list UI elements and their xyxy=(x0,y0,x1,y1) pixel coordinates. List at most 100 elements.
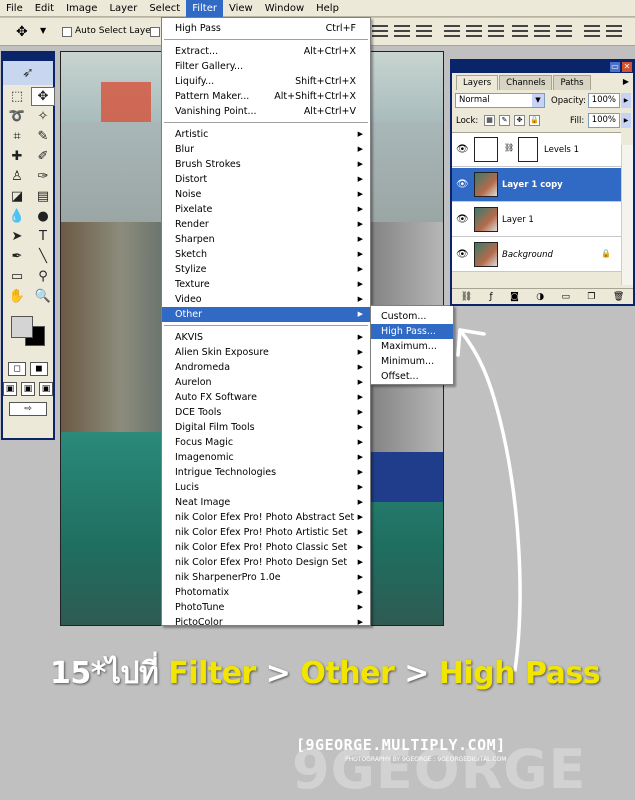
opacity-slider-icon[interactable]: ▶ xyxy=(621,93,631,108)
distribute-right-icon[interactable] xyxy=(606,24,622,38)
visibility-eye-icon[interactable]: 👁 xyxy=(456,249,469,260)
chevron-down-icon[interactable]: ▼ xyxy=(532,94,544,107)
fill-slider-icon[interactable]: ▶ xyxy=(621,113,631,128)
distribute-vcenter-icon[interactable] xyxy=(534,24,550,38)
menu-file[interactable]: File xyxy=(0,0,29,17)
menu-edit[interactable]: Edit xyxy=(29,0,60,17)
slice-tool-icon[interactable]: ✎ xyxy=(31,127,55,146)
filter-plugin-photomatix[interactable]: Photomatix ▶ xyxy=(162,585,370,600)
blend-mode-select[interactable]: Normal ▼ xyxy=(455,93,545,108)
visibility-eye-icon[interactable]: 👁 xyxy=(456,144,469,155)
lock-pixels-icon[interactable]: ✎ xyxy=(499,115,510,126)
filter-plugin-lucis[interactable]: Lucis ▶ xyxy=(162,480,370,495)
filter-plugin-nik-abstract[interactable]: nik Color Efex Pro! Photo Abstract Set ▶ xyxy=(162,510,370,525)
eraser-tool-icon[interactable]: ◪ xyxy=(5,187,29,206)
filter-plugin-imagenomic[interactable]: Imagenomic ▶ xyxy=(162,450,370,465)
lock-position-icon[interactable]: ✥ xyxy=(514,115,525,126)
filter-plugin-aurelon[interactable]: Aurelon ▶ xyxy=(162,375,370,390)
crop-tool-icon[interactable]: ⌗ xyxy=(5,127,29,146)
filter-liquify[interactable]: Liquify... Shift+Ctrl+X xyxy=(162,74,370,89)
new-layer-icon[interactable]: ❐ xyxy=(587,292,595,302)
align-hcenter-icon[interactable] xyxy=(466,24,482,38)
pen-tool-icon[interactable]: ✒ xyxy=(5,247,29,266)
menu-window[interactable]: Window xyxy=(259,0,310,17)
healing-brush-tool-icon[interactable]: ✚ xyxy=(5,147,29,166)
filter-sketch[interactable]: Sketch ▶ xyxy=(162,247,370,262)
zoom-tool-icon[interactable]: 🔍 xyxy=(31,287,55,306)
magic-wand-tool-icon[interactable]: ✧ xyxy=(31,107,55,126)
menu-image[interactable]: Image xyxy=(60,0,103,17)
filter-video[interactable]: Video ▶ xyxy=(162,292,370,307)
filter-plugin-pictocolor[interactable]: PictoColor ▶ xyxy=(162,615,370,625)
panel-menu-icon[interactable]: ▶ xyxy=(623,77,629,86)
filter-plugin-intrigue[interactable]: Intrigue Technologies ▶ xyxy=(162,465,370,480)
filter-vanishing-point[interactable]: Vanishing Point... Alt+Ctrl+V xyxy=(162,104,370,119)
foreground-color-swatch[interactable] xyxy=(11,316,33,338)
clone-stamp-tool-icon[interactable]: ♙ xyxy=(5,167,29,186)
move-tool-icon[interactable]: ✥ xyxy=(16,24,28,40)
filter-noise[interactable]: Noise ▶ xyxy=(162,187,370,202)
screen-mode-standard-icon[interactable]: ▣ xyxy=(3,382,17,396)
opacity-input[interactable]: 100% xyxy=(588,93,620,108)
align-vcenter-icon[interactable] xyxy=(394,24,410,38)
align-left-icon[interactable] xyxy=(444,24,460,38)
filter-texture[interactable]: Texture ▶ xyxy=(162,277,370,292)
menu-filter[interactable]: Filter xyxy=(186,0,223,17)
filter-pixelate[interactable]: Pixelate ▶ xyxy=(162,202,370,217)
new-group-icon[interactable]: ▭ xyxy=(561,292,570,302)
filter-artistic[interactable]: Artistic ▶ xyxy=(162,127,370,142)
move-tool-icon[interactable]: ✥ xyxy=(31,87,55,106)
path-selection-tool-icon[interactable]: ➤ xyxy=(5,227,29,246)
filter-pattern-maker[interactable]: Pattern Maker... Alt+Shift+Ctrl+X xyxy=(162,89,370,104)
show-bounding-box-checkbox[interactable] xyxy=(150,27,160,37)
jump-to-imageready-icon[interactable]: ⇨ xyxy=(9,402,47,416)
standard-mode-icon[interactable]: ◻ xyxy=(8,362,26,376)
menu-select[interactable]: Select xyxy=(143,0,186,17)
fill-input[interactable]: 100% xyxy=(588,113,620,128)
toolbox-titlebar[interactable] xyxy=(3,53,53,61)
line-tool-icon[interactable]: ╲ xyxy=(31,247,55,266)
filter-plugin-dce-tools[interactable]: DCE Tools ▶ xyxy=(162,405,370,420)
filter-plugin-alien-skin[interactable]: Alien Skin Exposure ▶ xyxy=(162,345,370,360)
tool-preset-dropdown-icon[interactable]: ▼ xyxy=(40,26,46,35)
menu-view[interactable]: View xyxy=(223,0,259,17)
filter-blur[interactable]: Blur ▶ xyxy=(162,142,370,157)
quick-mask-mode-icon[interactable]: ◼ xyxy=(30,362,48,376)
filter-plugin-nik-sharpener[interactable]: nik SharpenerPro 1.0e ▶ xyxy=(162,570,370,585)
filter-plugin-nik-design[interactable]: nik Color Efex Pro! Photo Design Set ▶ xyxy=(162,555,370,570)
close-icon[interactable]: ✕ xyxy=(622,62,632,72)
lock-all-icon[interactable]: 🔒 xyxy=(529,115,540,126)
layer-row-background[interactable]: 👁 Background 🔒 xyxy=(452,238,621,272)
visibility-eye-icon[interactable]: 👁 xyxy=(456,214,469,225)
filter-other[interactable]: Other ▶ xyxy=(162,307,370,322)
filter-render[interactable]: Render ▶ xyxy=(162,217,370,232)
filter-stylize[interactable]: Stylize ▶ xyxy=(162,262,370,277)
menu-help[interactable]: Help xyxy=(310,0,345,17)
filter-brush-strokes[interactable]: Brush Strokes ▶ xyxy=(162,157,370,172)
filter-plugin-andromeda[interactable]: Andromeda ▶ xyxy=(162,360,370,375)
feather-logo-icon[interactable]: ➶ xyxy=(3,61,53,85)
tab-channels[interactable]: Channels xyxy=(499,75,553,90)
filter-plugin-focus-magic[interactable]: Focus Magic ▶ xyxy=(162,435,370,450)
distribute-left-icon[interactable] xyxy=(584,24,600,38)
notes-tool-icon[interactable]: ▭ xyxy=(5,267,29,286)
layers-titlebar[interactable]: ▭ ✕ xyxy=(452,61,633,73)
history-brush-tool-icon[interactable]: ✑ xyxy=(31,167,55,186)
lock-transparency-icon[interactable]: ▦ xyxy=(484,115,495,126)
visibility-eye-icon[interactable]: 👁 xyxy=(456,179,469,190)
filter-gallery[interactable]: Filter Gallery... xyxy=(162,59,370,74)
eyedropper-tool-icon[interactable]: ⚲ xyxy=(31,267,55,286)
tab-paths[interactable]: Paths xyxy=(553,75,591,90)
align-top-icon[interactable] xyxy=(372,24,388,38)
screen-mode-full-icon[interactable]: ▣ xyxy=(39,382,53,396)
layer-row-levels-1[interactable]: 👁 ⛓ Levels 1 xyxy=(452,133,621,167)
dodge-tool-icon[interactable]: ● xyxy=(31,207,55,226)
layer-row-layer-1-copy[interactable]: 👁 Layer 1 copy xyxy=(452,168,621,202)
layer-mask-thumbnail[interactable] xyxy=(518,137,538,162)
filter-distort[interactable]: Distort ▶ xyxy=(162,172,370,187)
brush-tool-icon[interactable]: ✐ xyxy=(31,147,55,166)
filter-sharpen[interactable]: Sharpen ▶ xyxy=(162,232,370,247)
screen-mode-full-menu-icon[interactable]: ▣ xyxy=(21,382,35,396)
gradient-tool-icon[interactable]: ▤ xyxy=(31,187,55,206)
blur-tool-icon[interactable]: 💧 xyxy=(5,207,29,226)
